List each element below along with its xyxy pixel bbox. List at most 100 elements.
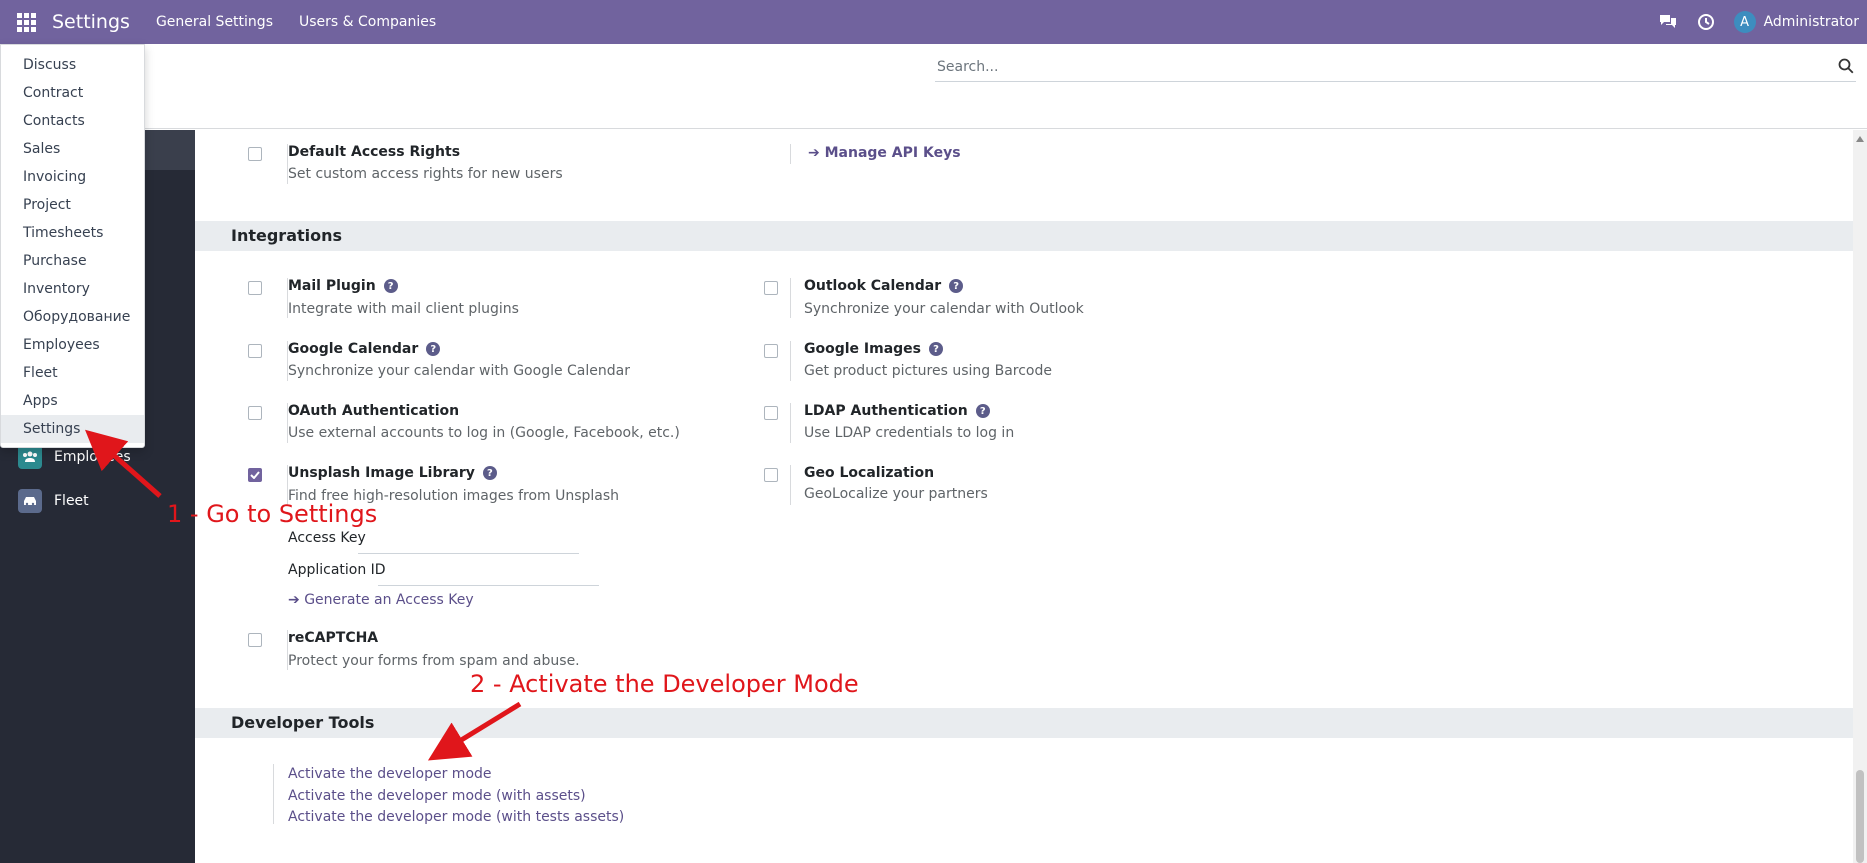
setting-divider <box>790 403 791 443</box>
setting-description: Synchronize your calendar with Google Ca… <box>288 363 630 379</box>
search-icon[interactable] <box>1838 58 1854 78</box>
sidebar-item-label: Employees <box>54 449 131 465</box>
setting-title-google-images: Google Images ? <box>804 341 944 357</box>
app-item-inventory[interactable]: Inventory <box>1 275 144 303</box>
manage-api-keys-link[interactable]: ➔ Manage API Keys <box>808 145 961 161</box>
app-item-contract[interactable]: Contract <box>1 79 144 107</box>
help-icon[interactable]: ? <box>426 342 441 356</box>
checkbox-google-images[interactable] <box>764 344 778 358</box>
setting-description: GeoLocalize your partners <box>804 486 988 502</box>
help-icon[interactable]: ? <box>482 466 497 480</box>
section-developer-tools-header: Developer Tools <box>195 708 1853 738</box>
checkmark-icon <box>250 471 260 479</box>
setting-description: Synchronize your calendar with Outlook <box>804 301 1084 317</box>
access-key-label: Access Key <box>288 530 366 546</box>
title-text: Mail Plugin <box>288 278 376 294</box>
setting-description: Get product pictures using Barcode <box>804 363 1053 379</box>
setting-title-ldap: LDAP Authentication ? <box>804 403 990 419</box>
employees-icon <box>18 445 42 469</box>
arrow-right-icon: ➔ <box>288 592 305 608</box>
title-text: Outlook Calendar <box>804 278 942 294</box>
apps-grid-icon <box>16 12 36 32</box>
avatar: A <box>1733 11 1756 33</box>
setting-divider <box>273 764 274 824</box>
menu-general-settings[interactable]: General Settings <box>156 14 273 30</box>
apps-menu-button[interactable] <box>0 0 52 44</box>
help-icon[interactable]: ? <box>929 342 944 356</box>
checkbox-unsplash[interactable] <box>248 468 262 482</box>
app-item-settings[interactable]: Settings <box>1 415 144 443</box>
app-item-equipment[interactable]: Оборудование <box>1 303 144 331</box>
search-input[interactable] <box>935 58 1815 75</box>
help-icon[interactable]: ? <box>949 279 964 293</box>
chat-icon[interactable] <box>1658 12 1678 32</box>
checkbox-oauth-authentication[interactable] <box>248 406 262 420</box>
activate-developer-mode-assets-link[interactable]: Activate the developer mode (with assets… <box>288 788 586 804</box>
app-brand[interactable]: Settings <box>52 11 130 33</box>
sidebar-item-fleet[interactable]: Fleet <box>0 481 195 521</box>
search-bar <box>935 52 1856 82</box>
activate-developer-mode-tests-assets-link[interactable]: Activate the developer mode (with tests … <box>288 809 624 825</box>
control-panel <box>0 44 1867 129</box>
setting-title: Default Access Rights <box>288 144 461 160</box>
title-text: Google Calendar <box>288 341 419 357</box>
clock-icon[interactable] <box>1696 12 1716 32</box>
checkbox-recaptcha[interactable] <box>248 633 262 647</box>
setting-title-oauth: OAuth Authentication <box>288 403 460 419</box>
user-name: Administrator <box>1763 14 1859 30</box>
link-label: Generate an Access Key <box>304 592 474 608</box>
setting-title-geo: Geo Localization <box>804 465 935 481</box>
help-icon[interactable]: ? <box>383 279 398 293</box>
checkbox-outlook-calendar[interactable] <box>764 281 778 295</box>
application-id-input[interactable] <box>378 585 599 586</box>
app-item-apps[interactable]: Apps <box>1 387 144 415</box>
title-text: LDAP Authentication <box>804 403 968 419</box>
generate-access-key-link[interactable]: ➔ Generate an Access Key <box>288 592 474 608</box>
application-id-label: Application ID <box>288 562 386 578</box>
access-key-input[interactable] <box>358 553 579 554</box>
app-item-invoicing[interactable]: Invoicing <box>1 163 144 191</box>
app-item-discuss[interactable]: Discuss <box>1 51 144 79</box>
app-item-timesheets[interactable]: Timesheets <box>1 219 144 247</box>
app-item-purchase[interactable]: Purchase <box>1 247 144 275</box>
app-item-sales[interactable]: Sales <box>1 135 144 163</box>
setting-title-mail-plugin: Mail Plugin ? <box>288 278 398 294</box>
setting-description: Set custom access rights for new users <box>288 166 563 182</box>
scroll-up-icon[interactable] <box>1856 136 1864 142</box>
setting-description: Integrate with mail client plugins <box>288 301 519 317</box>
section-integrations-header: Integrations <box>195 221 1853 251</box>
setting-divider <box>790 341 791 381</box>
activate-developer-mode-link[interactable]: Activate the developer mode <box>288 766 492 782</box>
link-label: Manage API Keys <box>824 145 961 161</box>
vertical-scrollbar[interactable] <box>1853 130 1867 863</box>
setting-title-outlook-calendar: Outlook Calendar ? <box>804 278 964 294</box>
fleet-icon <box>18 489 42 513</box>
user-menu[interactable]: A Administrator <box>1733 11 1859 33</box>
checkbox-geo-localization[interactable] <box>764 468 778 482</box>
title-text: Unsplash Image Library <box>288 465 475 481</box>
menu-users-companies[interactable]: Users & Companies <box>299 14 436 30</box>
app-item-project[interactable]: Project <box>1 191 144 219</box>
setting-title-unsplash: Unsplash Image Library ? <box>288 465 497 481</box>
checkbox-default-access-rights[interactable] <box>248 147 262 161</box>
checkbox-google-calendar[interactable] <box>248 344 262 358</box>
app-item-contacts[interactable]: Contacts <box>1 107 144 135</box>
help-icon[interactable]: ? <box>975 404 990 418</box>
setting-divider <box>790 144 791 164</box>
sidebar-item-label: Fleet <box>54 493 89 509</box>
scroll-thumb[interactable] <box>1856 770 1864 863</box>
checkbox-mail-plugin[interactable] <box>248 281 262 295</box>
setting-description: Protect your forms from spam and abuse. <box>288 653 580 669</box>
top-navbar: Settings General Settings Users & Compan… <box>0 0 1867 44</box>
setting-divider <box>790 278 791 318</box>
app-item-fleet[interactable]: Fleet <box>1 359 144 387</box>
app-item-employees[interactable]: Employees <box>1 331 144 359</box>
apps-dropdown-menu: Discuss Contract Contacts Sales Invoicin… <box>0 44 145 448</box>
arrow-right-icon: ➔ <box>808 145 825 161</box>
setting-title-recaptcha: reCAPTCHA <box>288 630 379 646</box>
setting-description: Use external accounts to log in (Google,… <box>288 425 680 441</box>
title-text: Google Images <box>804 341 922 357</box>
annotation-step2: 2 - Activate the Developer Mode <box>470 670 859 698</box>
checkbox-ldap-authentication[interactable] <box>764 406 778 420</box>
setting-divider <box>790 465 791 505</box>
